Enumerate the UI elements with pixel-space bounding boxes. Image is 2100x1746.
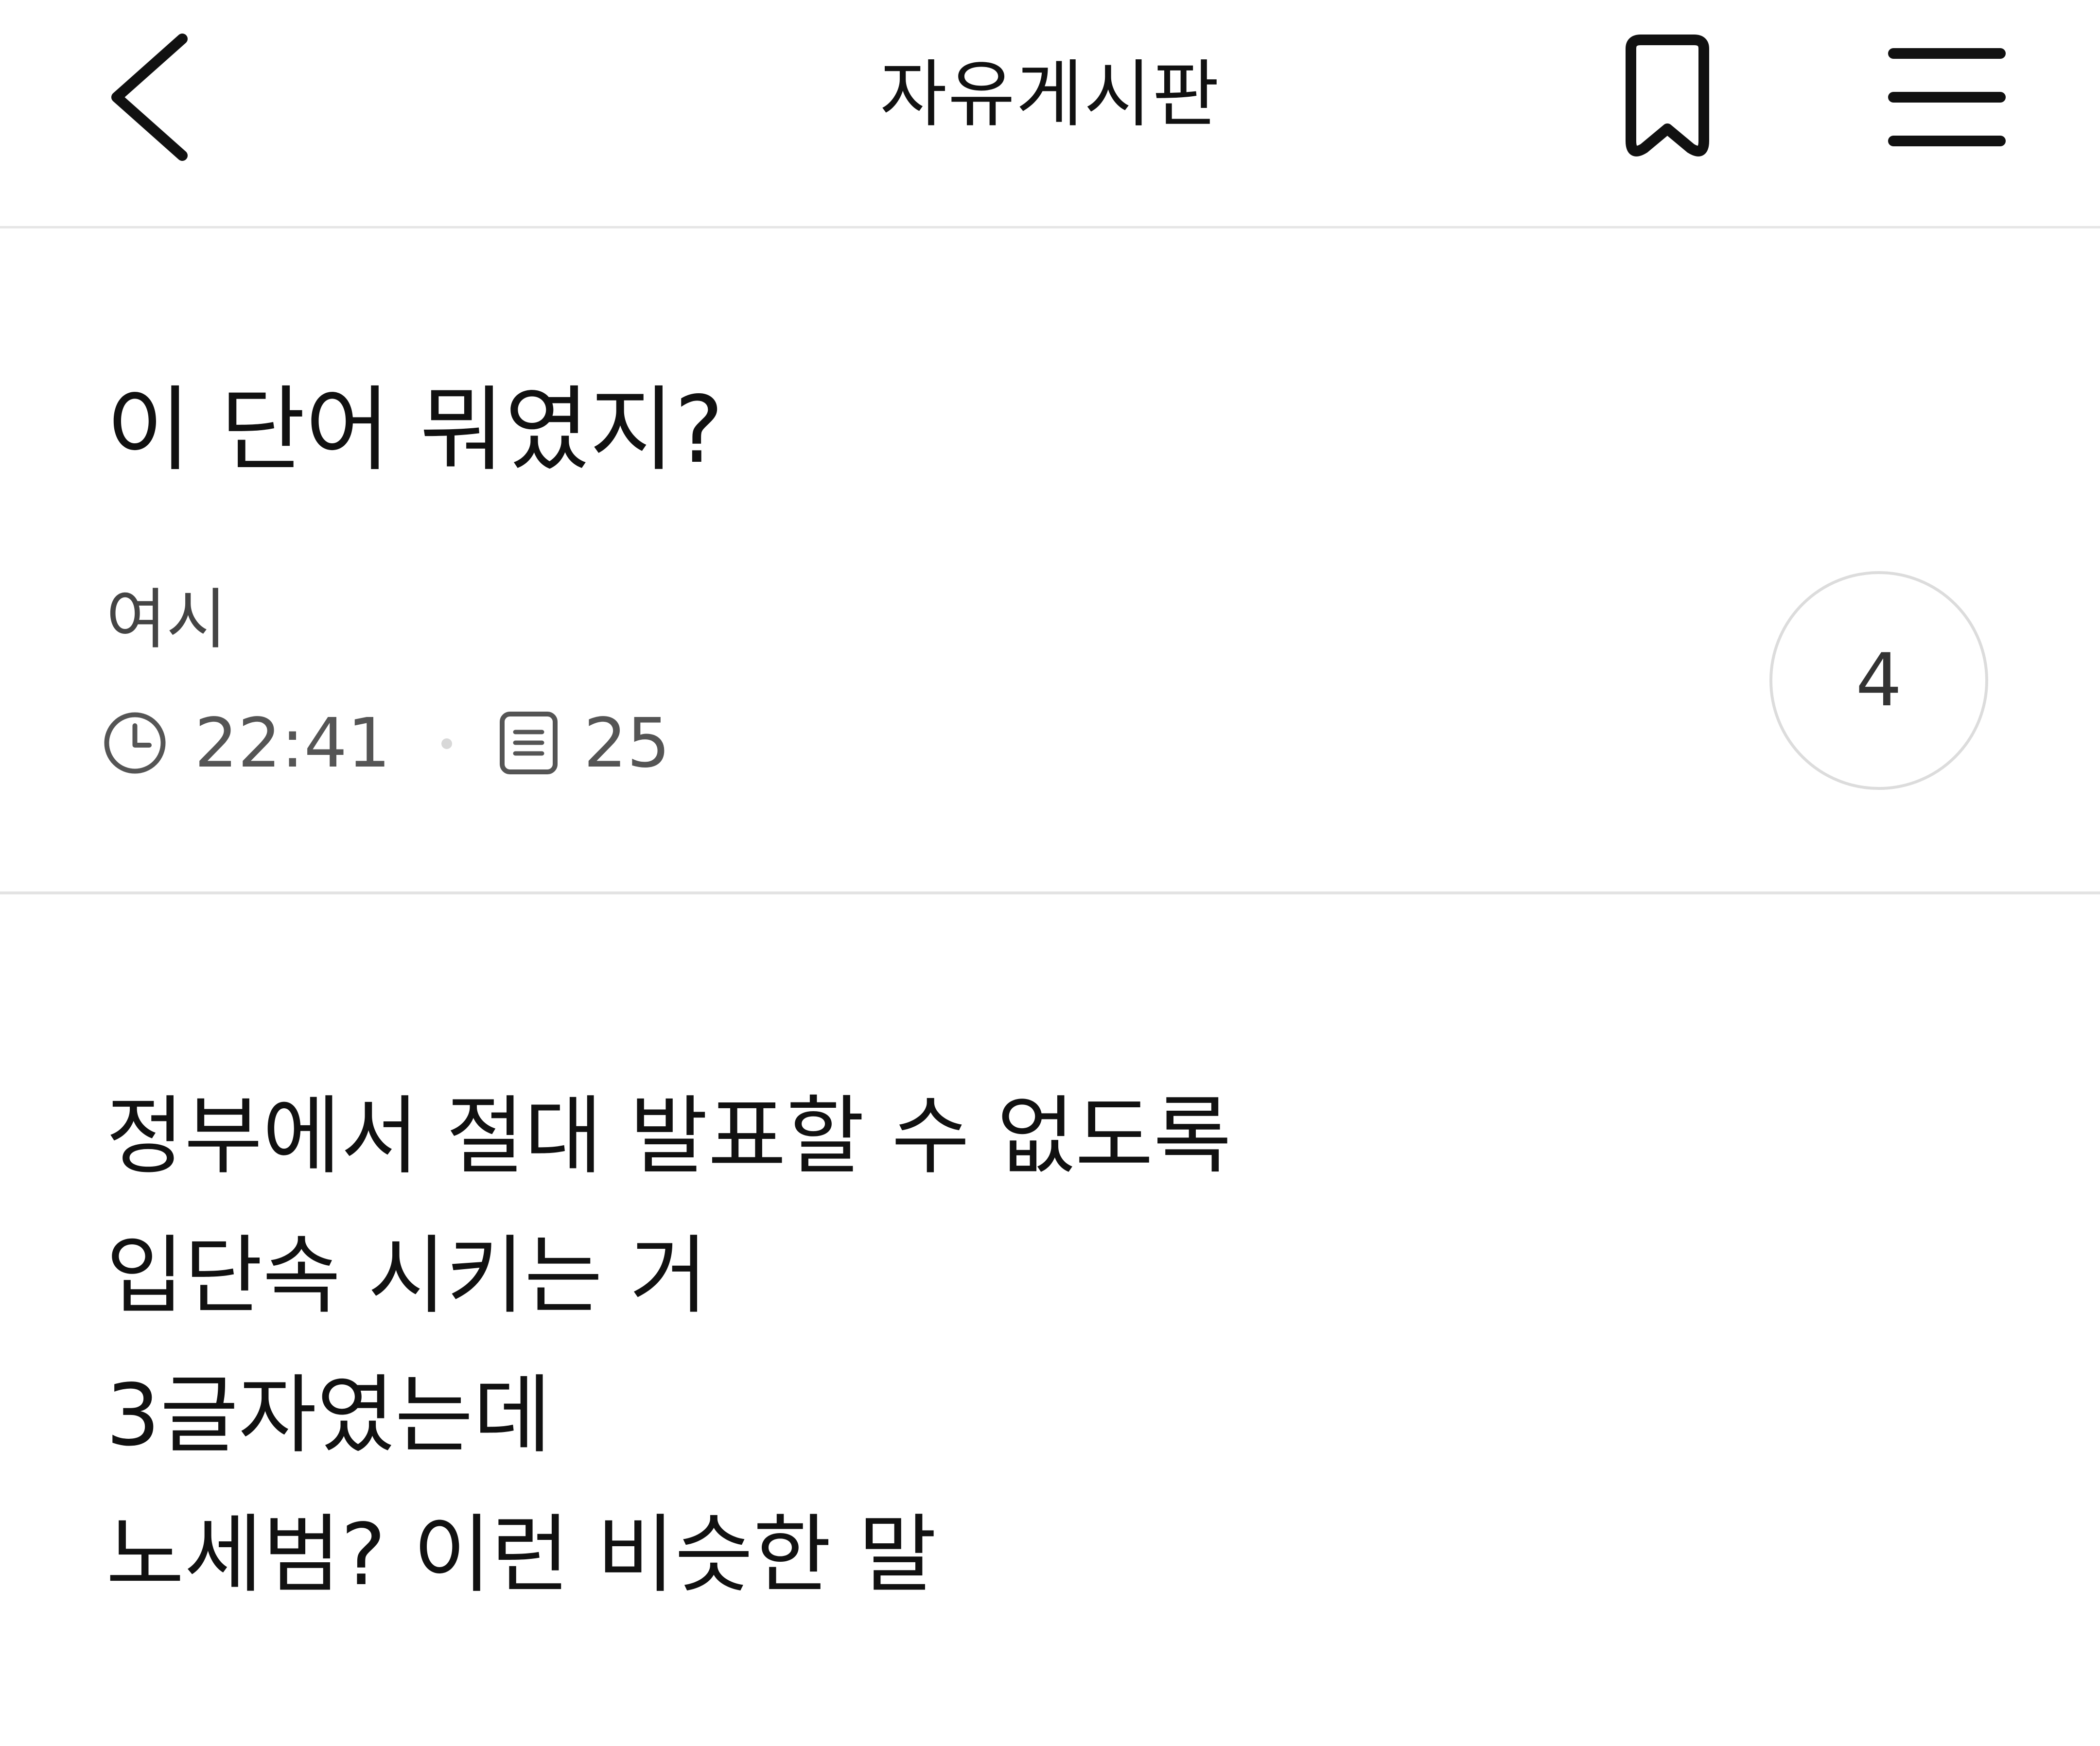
chevron-left-icon — [111, 34, 188, 161]
top-app-bar: 자유게시판 — [0, 0, 2100, 228]
post-time: 22:41 — [194, 704, 391, 783]
post-body: 정부에서 절대 발표할 수 없도록 입단속 시키는 거 3글자였는데 노세범? … — [106, 1067, 2002, 1625]
menu-button[interactable] — [1881, 34, 2012, 160]
post-title: 이 단어 뭐였지? — [106, 376, 724, 484]
bookmark-icon — [1626, 35, 1709, 157]
view-count-icon — [498, 710, 559, 778]
meta-separator — [441, 738, 453, 749]
body-line: 노세범? 이런 비슷한 말 — [106, 1506, 937, 1605]
hamburger-menu-icon — [1888, 48, 2006, 146]
view-count: 25 — [583, 704, 670, 783]
post-header: 이 단어 뭐였지? 여시 22:41 25 4 — [0, 228, 2100, 894]
post-meta: 22:41 25 — [102, 702, 670, 785]
body-line: 3글자였는데 — [106, 1366, 552, 1465]
bookmark-button[interactable] — [1604, 29, 1731, 165]
back-button[interactable] — [92, 24, 219, 170]
page-title: 자유게시판 — [879, 52, 1220, 137]
body-line: 정부에서 절대 발표할 수 없도록 — [106, 1087, 1232, 1186]
author-name[interactable]: 여시 — [106, 578, 227, 661]
clock-icon — [102, 710, 168, 778]
body-line: 입단속 시키는 거 — [106, 1227, 708, 1326]
comment-count-button[interactable]: 4 — [1769, 571, 1988, 790]
